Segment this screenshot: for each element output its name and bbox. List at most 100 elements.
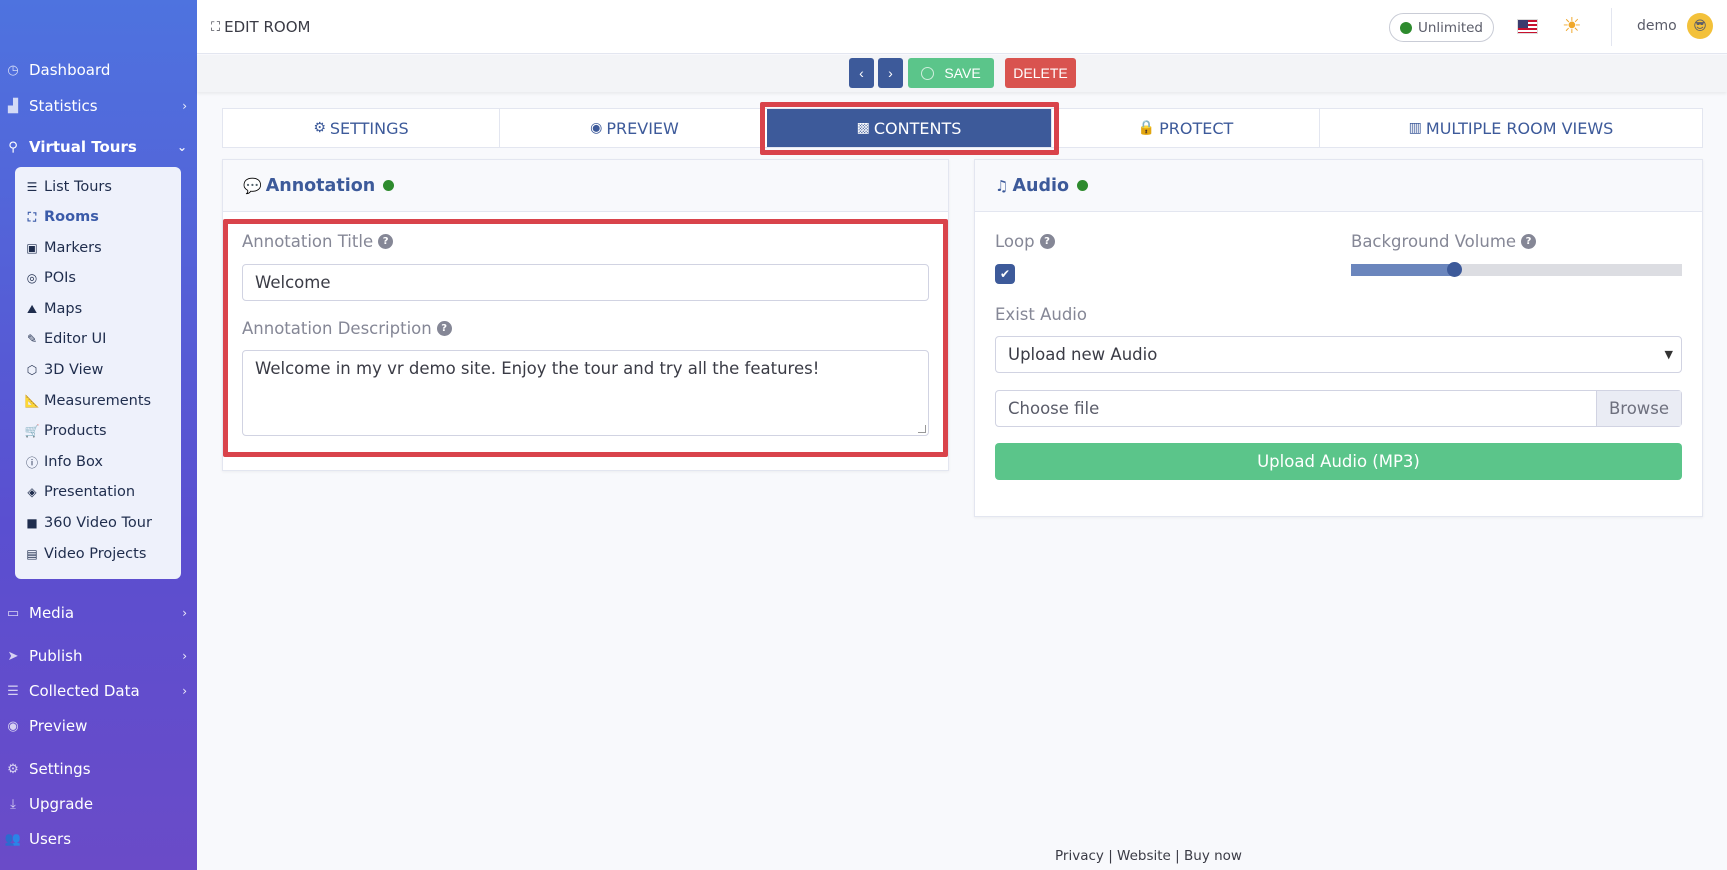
submenu-item-markers[interactable]: ▣ Markers xyxy=(25,240,102,256)
map-icon: ⛰ xyxy=(26,301,38,316)
submenu-item-maps[interactable]: ⛰ Maps xyxy=(25,301,82,317)
browse-button[interactable]: Browse xyxy=(1596,391,1681,426)
brand-logo[interactable] xyxy=(0,0,197,52)
submenu-item-label: Rooms xyxy=(44,209,99,225)
bullseye-icon: ◎ xyxy=(26,271,38,285)
upload-audio-button[interactable]: Upload Audio (MP3) xyxy=(995,443,1682,480)
submenu-item-label: Measurements xyxy=(44,393,152,409)
submenu-item-presentation[interactable]: ◈ Presentation xyxy=(25,484,135,500)
audio-file-input[interactable]: Choose file Browse xyxy=(995,390,1682,427)
buy-now-link[interactable]: Buy now xyxy=(1184,848,1242,864)
slider-fill xyxy=(1351,264,1454,276)
previous-room-button[interactable]: ‹ xyxy=(849,58,874,88)
music-icon: ♫ xyxy=(995,176,1009,195)
chevron-right-icon: › xyxy=(182,606,187,620)
background-volume-label: Background Volume ? xyxy=(1351,232,1537,251)
avatar[interactable]: 😎 xyxy=(1687,13,1713,39)
chevron-down-icon: ⌄ xyxy=(176,140,187,154)
vector-square-icon: ⛶ xyxy=(27,209,37,224)
sidebar-item-upgrade[interactable]: ⤓ Upgrade xyxy=(0,794,197,814)
submenu-item-rooms[interactable]: ⛶ Rooms xyxy=(25,209,99,225)
sidebar-item-users[interactable]: 👥 Users xyxy=(0,829,197,849)
sidebar-item-label: Statistics xyxy=(29,97,98,115)
username[interactable]: demo xyxy=(1637,18,1677,34)
status-dot-icon xyxy=(1399,21,1412,34)
sidebar-item-collected-data[interactable]: ☰ Collected Data › xyxy=(0,681,197,701)
exist-audio-select[interactable]: Upload new Audio ▼ xyxy=(995,336,1682,373)
sidebar-item-publish[interactable]: ➤ Publish › xyxy=(0,646,197,666)
tab-preview[interactable]: ◉ PREVIEW xyxy=(500,109,770,147)
desktop-icon: ▭ xyxy=(6,605,20,621)
chevron-right-icon: › xyxy=(888,65,893,81)
submenu-item-measurements[interactable]: 📐 Measurements xyxy=(25,393,152,409)
route-icon: ⚲ xyxy=(8,139,18,155)
submenu-item-video-projects[interactable]: ▤ Video Projects xyxy=(25,546,146,562)
status-dot-icon xyxy=(383,180,395,191)
tab-protect[interactable]: 🔒 PROTECT xyxy=(1052,109,1320,147)
submenu-item-editor-ui[interactable]: ✎ Editor UI xyxy=(25,331,106,347)
edit-icon: ✎ xyxy=(26,332,38,346)
submenu-item-list-tours[interactable]: ☰ List Tours xyxy=(25,179,112,195)
vector-square-icon: ⛶ xyxy=(211,19,221,35)
paper-plane-icon: ➤ xyxy=(7,648,19,664)
submenu-item-label: Markers xyxy=(44,240,102,256)
submenu-item-products[interactable]: 🛒 Products xyxy=(25,423,107,439)
list-icon: ☰ xyxy=(26,180,38,194)
eye-icon: ◉ xyxy=(590,120,603,136)
sidebar-item-statistics[interactable]: ▟ Statistics › xyxy=(0,96,197,116)
privacy-link[interactable]: Privacy xyxy=(1055,848,1104,864)
submenu-item-label: Editor UI xyxy=(44,331,107,347)
sidebar-item-dashboard[interactable]: ◷ Dashboard xyxy=(0,60,197,80)
sidebar-item-settings[interactable]: ⚙ Settings xyxy=(0,759,197,779)
submenu-item-label: List Tours xyxy=(44,179,112,195)
sun-icon[interactable]: ☀ xyxy=(1562,14,1582,39)
check-icon: ✔ xyxy=(999,267,1011,281)
eye-icon: ◉ xyxy=(7,718,19,734)
lock-icon: 🔒 xyxy=(1137,120,1156,136)
page-title: ⛶ EDIT ROOM xyxy=(211,18,311,36)
cube-icon: ⬡ xyxy=(26,363,38,377)
caret-down-icon: ▼ xyxy=(1664,348,1673,361)
question-icon[interactable]: ? xyxy=(1521,234,1537,249)
question-icon[interactable]: ? xyxy=(1039,234,1055,249)
cart-icon: 🛒 xyxy=(24,424,40,438)
diamond-icon: ◈ xyxy=(27,485,37,499)
audio-card-header: ♫ Audio xyxy=(975,160,1702,212)
submenu-item-3d-view[interactable]: ⬡ 3D View xyxy=(25,362,104,378)
sidebar-item-virtual-tours[interactable]: ⚲ Virtual Tours ⌄ xyxy=(0,137,197,157)
topbar: ⛶ EDIT ROOM Unlimited ☀ demo 😎 xyxy=(197,0,1727,54)
slider-thumb[interactable] xyxy=(1446,262,1462,277)
website-link[interactable]: Website xyxy=(1117,848,1171,864)
loop-checkbox[interactable]: ✔ xyxy=(995,264,1015,284)
submenu-item-pois[interactable]: ◎ POIs xyxy=(25,270,76,286)
tab-settings[interactable]: ⚙ SETTINGS xyxy=(223,109,500,147)
annotation-fields-highlight xyxy=(223,219,948,457)
save-button[interactable]: SAVE xyxy=(908,58,994,88)
tab-multiple-room-views[interactable]: ▥ MULTIPLE ROOM VIEWS xyxy=(1320,109,1702,147)
download-icon: ⤓ xyxy=(10,796,16,812)
submenu-item-label: Products xyxy=(44,423,107,439)
sidebar-item-label: Dashboard xyxy=(29,61,111,79)
delete-button[interactable]: DELETE xyxy=(1005,58,1076,88)
submenu-item-info-box[interactable]: ⓘ Info Box xyxy=(25,454,103,470)
sidebar-item-label: Upgrade xyxy=(29,795,94,813)
users-icon: 👥 xyxy=(4,831,22,847)
annotation-card-header: 💬 Annotation xyxy=(223,160,948,212)
submenu-item-label: Maps xyxy=(44,301,83,317)
circle-icon xyxy=(921,66,935,80)
submenu-item-360-video-tour[interactable]: ■ 360 Video Tour xyxy=(25,515,152,531)
plan-badge[interactable]: Unlimited xyxy=(1389,13,1494,42)
loop-label: Loop ? xyxy=(995,232,1055,251)
next-room-button[interactable]: › xyxy=(878,58,903,88)
sidebar-item-preview[interactable]: ◉ Preview xyxy=(0,716,197,736)
sidebar-item-label: Preview xyxy=(29,717,88,735)
chevron-right-icon: › xyxy=(182,649,187,663)
contents-tab-highlight xyxy=(760,102,1059,155)
topbar-divider xyxy=(1611,8,1612,46)
sidebar-item-media[interactable]: ▭ Media › xyxy=(0,603,197,623)
chart-icon: ▟ xyxy=(8,98,18,114)
submenu-item-label: 3D View xyxy=(44,362,104,378)
background-volume-slider[interactable] xyxy=(1351,262,1682,277)
us-flag-icon[interactable] xyxy=(1517,19,1538,34)
footer-links: Privacy | Website | Buy now xyxy=(1055,848,1242,864)
